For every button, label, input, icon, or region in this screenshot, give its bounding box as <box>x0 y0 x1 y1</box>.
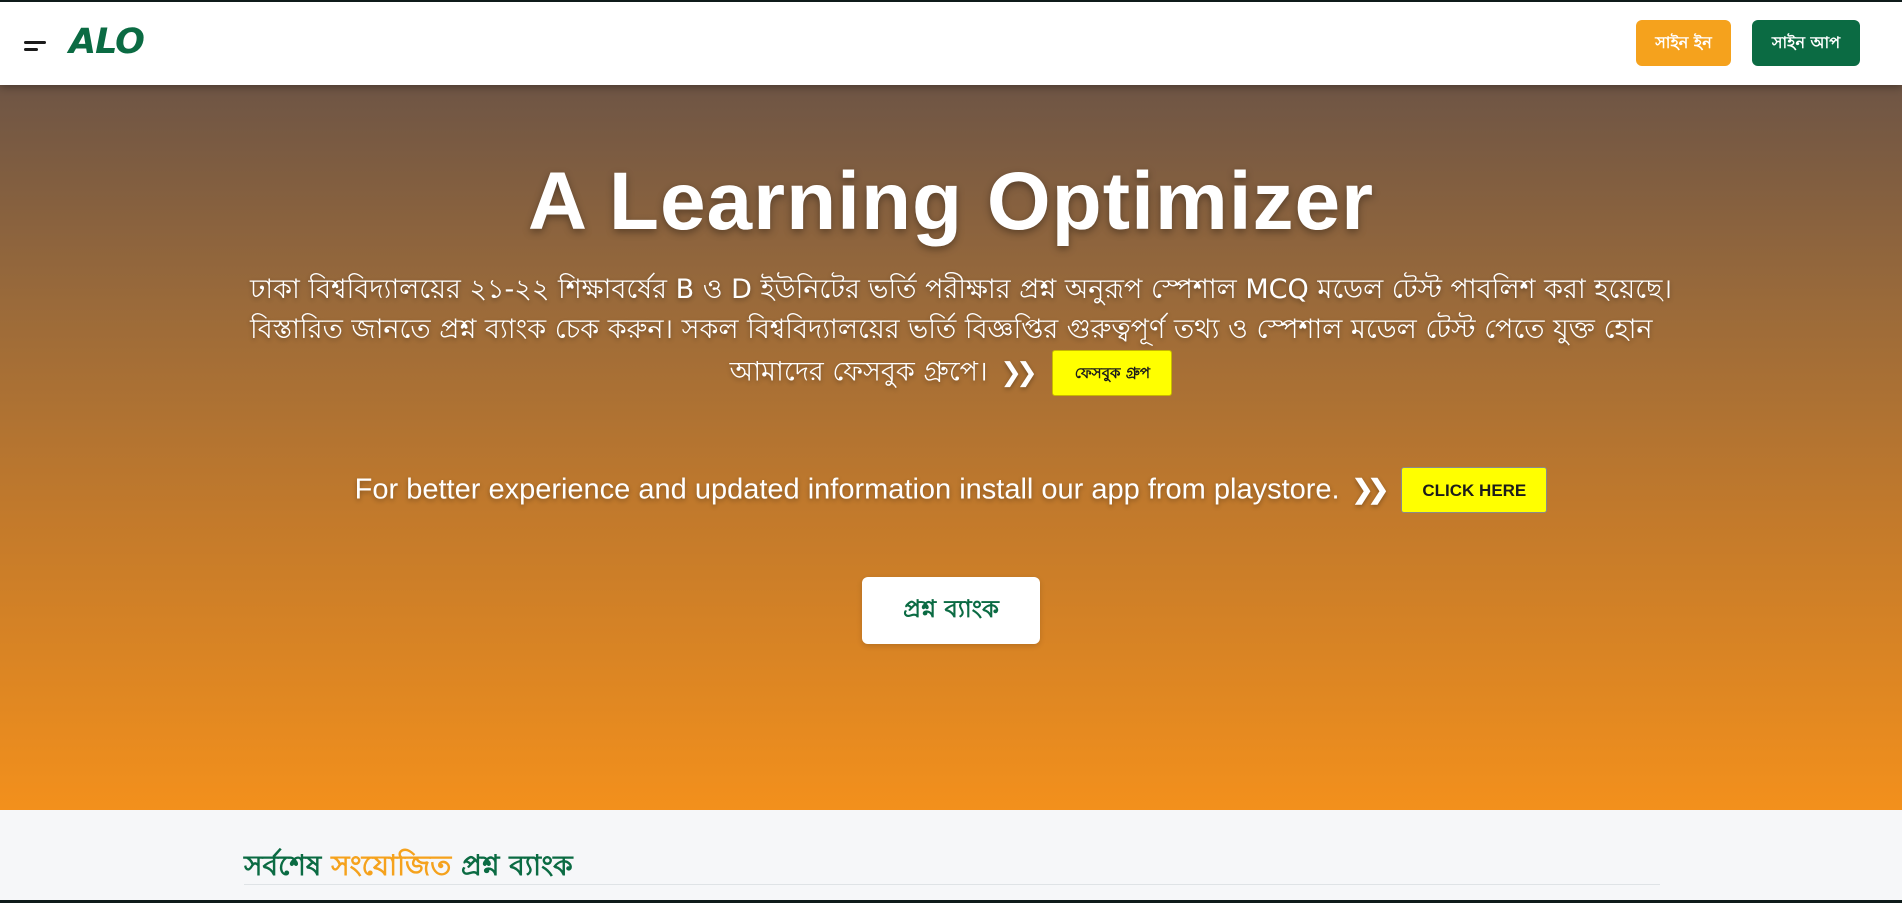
app-install-text: For better experience and updated inform… <box>354 473 1340 506</box>
hero-description-line: বিস্তারিত জানতে প্রশ্ন ব্যাংক চেক করুন। … <box>250 314 1653 345</box>
click-here-button[interactable]: CLICK HERE <box>1401 467 1548 513</box>
facebook-group-button[interactable]: ফেসবুক গ্রুপ <box>1052 350 1173 396</box>
double-chevron-right-icon: ❯❯ <box>1000 357 1037 388</box>
app-install-line: For better experience and updated inform… <box>0 467 1902 513</box>
section-heading-part: প্রশ্ন ব্যাংক <box>460 849 573 882</box>
section-heading: সর্বশেষ সংযোজিত প্রশ্ন ব্যাংক <box>244 850 1660 882</box>
top-navbar: ALO সাইন ইন সাইন আপ <box>0 2 1902 85</box>
hero-description-line-with-button: আমাদের ফেসবুক গ্রুপে। ❯❯ ফেসবুক গ্রুপ <box>250 350 1652 396</box>
latest-question-bank-section: সর্বশেষ সংযোজিত প্রশ্ন ব্যাংক <box>244 850 1660 885</box>
question-bank-button[interactable]: প্রশ্ন ব্যাংক <box>862 577 1040 644</box>
hero-description: ঢাকা বিশ্ববিদ্যালয়ের ২১-২২ শিক্ষাবর্ষের… <box>250 270 1673 396</box>
section-heading-part: সংযোজিত <box>331 849 452 882</box>
double-chevron-right-icon: ❯❯ <box>1351 473 1389 504</box>
signup-button[interactable]: সাইন আপ <box>1752 20 1860 66</box>
section-heading-part: সর্বশেষ <box>244 849 322 882</box>
signin-button[interactable]: সাইন ইন <box>1636 20 1731 66</box>
hero-section: A Learning Optimizer ঢাকা বিশ্ববিদ্যালয়… <box>0 85 1902 810</box>
hero-title: A Learning Optimizer <box>527 156 1375 247</box>
site-logo[interactable]: ALO <box>69 22 145 62</box>
hero-description-line: ঢাকা বিশ্ববিদ্যালয়ের ২১-২২ শিক্ষাবর্ষের… <box>250 274 1673 305</box>
page: ALO সাইন ইন সাইন আপ A Learning Optimizer… <box>0 2 1902 900</box>
menu-icon-bar <box>24 48 38 51</box>
menu-icon[interactable] <box>24 41 46 53</box>
section-divider <box>244 884 1660 885</box>
hero-description-line: আমাদের ফেসবুক গ্রুপে। <box>729 356 988 388</box>
menu-icon-bar <box>24 41 46 44</box>
